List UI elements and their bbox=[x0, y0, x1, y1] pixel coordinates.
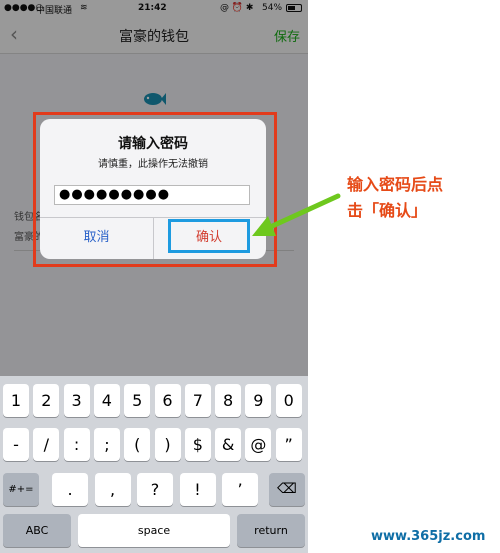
watermark: www.365jz.com bbox=[371, 529, 486, 544]
key-digit-4[interactable]: 5 bbox=[124, 384, 151, 417]
phone-screen: ●●●●○ 中国联通 ≋ 21:42 @ ⏰ ✱ 54% ‹ 富豪的钱包 保存 … bbox=[0, 0, 308, 553]
keyboard: 1234567890 - /:;() $ & @” #+= .,?!’ ⌫ ABC sp… bbox=[0, 376, 308, 553]
key-symbols[interactable]: #+= bbox=[3, 473, 39, 506]
key-punct-4[interactable]: ’ bbox=[222, 473, 258, 506]
key-digit-1[interactable]: 2 bbox=[33, 384, 60, 417]
key-abc[interactable]: ABC bbox=[3, 514, 71, 547]
key-punct-0[interactable]: . bbox=[52, 473, 88, 506]
key-symbol-7[interactable]: & bbox=[215, 428, 242, 461]
key-symbol-0[interactable]: - bbox=[3, 428, 29, 461]
key-digit-3[interactable]: 4 bbox=[93, 384, 120, 417]
annotation-line-1: 输入密码后点 bbox=[347, 175, 444, 194]
key-return[interactable]: return bbox=[237, 514, 305, 547]
key-digit-5[interactable]: 6 bbox=[154, 384, 181, 417]
key-space[interactable]: space bbox=[78, 514, 230, 547]
key-symbol-5[interactable]: ) bbox=[154, 428, 181, 461]
key-symbol-8[interactable]: @ bbox=[245, 428, 272, 461]
annotation-line-2: 击「确认」 bbox=[347, 201, 428, 220]
key-symbol-6[interactable]: $ bbox=[184, 428, 211, 461]
delete-key-icon[interactable]: ⌫ bbox=[269, 473, 305, 506]
key-digit-2[interactable]: 3 bbox=[63, 384, 90, 417]
instruction-annotation: 输入密码后点 击「确认」 bbox=[347, 172, 487, 224]
key-punct-3[interactable]: ! bbox=[179, 473, 216, 506]
key-digit-7[interactable]: 8 bbox=[215, 384, 242, 417]
key-symbol-9[interactable]: ” bbox=[275, 428, 302, 461]
key-digit-0[interactable]: 1 bbox=[3, 384, 29, 417]
key-symbol-3[interactable]: ; bbox=[93, 428, 120, 461]
key-digit-6[interactable]: 7 bbox=[184, 384, 211, 417]
key-symbol-2[interactable]: : bbox=[63, 428, 90, 461]
key-punct-2[interactable]: ? bbox=[137, 473, 173, 506]
key-punct-1[interactable]: , bbox=[94, 473, 131, 506]
key-digit-8[interactable]: 9 bbox=[245, 384, 272, 417]
dialog-highlight-frame bbox=[33, 112, 277, 267]
key-symbol-4[interactable]: ( bbox=[124, 428, 151, 461]
key-digit-9[interactable]: 0 bbox=[275, 384, 302, 417]
key-symbol-1[interactable]: / bbox=[33, 428, 60, 461]
